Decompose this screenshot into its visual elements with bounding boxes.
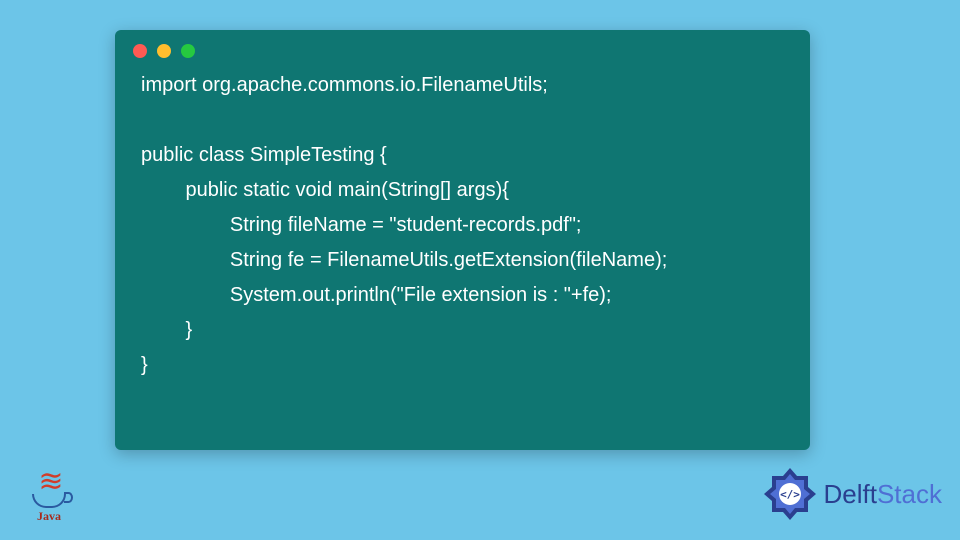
code-block: import org.apache.commons.io.FilenameUti… (115, 62, 810, 401)
delftstack-text: DelftStack (824, 479, 943, 510)
java-logo: ≋ Java (25, 471, 73, 524)
delftstack-prefix: Delft (824, 479, 877, 509)
svg-text:</>: </> (780, 488, 800, 501)
java-steam-icon: ≋ (25, 471, 73, 492)
delftstack-branding: </> DelftStack (762, 466, 943, 522)
java-cup-icon (32, 494, 66, 508)
delftstack-badge-icon: </> (762, 466, 818, 522)
java-label: Java (25, 509, 73, 524)
code-window: import org.apache.commons.io.FilenameUti… (115, 30, 810, 450)
minimize-icon[interactable] (157, 44, 171, 58)
maximize-icon[interactable] (181, 44, 195, 58)
close-icon[interactable] (133, 44, 147, 58)
delftstack-suffix: Stack (877, 479, 942, 509)
window-controls (115, 30, 810, 62)
